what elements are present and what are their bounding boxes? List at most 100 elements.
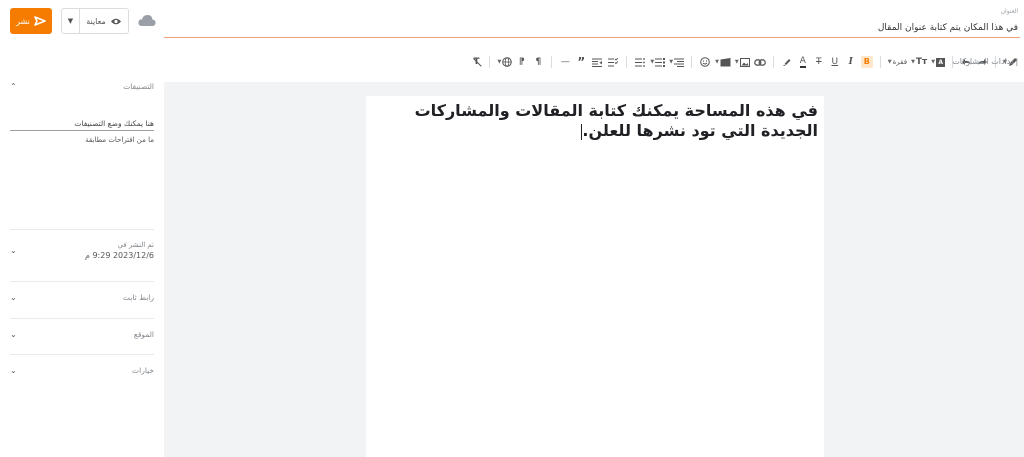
editor-page[interactable] [366,96,824,457]
bold-button[interactable]: B [859,53,875,71]
paragraph-format-select[interactable]: فقرة ▼ [886,53,909,71]
italic-icon: I [848,57,853,67]
post-body-text[interactable]: في هذه المساحة يمكنك كتابة المقالات والم… [384,101,818,141]
horizontal-rule-icon: — [560,57,570,67]
cloud-saved-icon [138,15,156,26]
indent-icon [592,58,603,67]
insert-image-button[interactable]: ▼ [733,53,752,71]
chevron-down-icon: ▼ [67,17,74,25]
rtl-direction-button[interactable]: ¶ [530,53,546,71]
location-title: الموقع [133,330,154,339]
numbered-list-icon [655,57,666,67]
chevron-down-icon: ⌄ [10,330,17,339]
highlight-color-button[interactable] [779,53,795,71]
bulleted-list-icon [635,57,646,67]
highlight-icon: A [936,57,946,67]
caret-down-icon: ▼ [931,59,936,65]
text-color-button[interactable]: A [795,53,811,71]
caret-down-icon: ▼ [887,59,892,65]
numbered-list-button[interactable]: ▼ [648,53,667,71]
preview-label: معاينة [86,16,106,26]
insert-link-button[interactable] [752,53,768,71]
post-title-input[interactable] [164,18,1020,38]
chevron-up-icon: ⌃ [10,82,17,91]
chevron-down-icon: ⌄ [10,246,17,255]
emoji-icon [700,57,710,67]
underline-button[interactable]: U [827,53,843,71]
paragraph-format-label: فقرة [892,58,908,66]
globe-icon [502,57,513,67]
permalink-section-header[interactable]: رابط ثابت ⌄ [10,293,154,302]
post-body-content: في هذه المساحة يمكنك كتابة المقالات والم… [414,101,818,140]
published-date: 2023/12/6 9:29 م [84,251,154,260]
marker-icon [782,59,791,66]
font-size-icon: Tт [915,57,928,67]
text-color-icon: A [799,55,806,68]
quote-button[interactable]: ” [573,53,589,71]
image-icon [739,57,750,67]
clear-formatting-button[interactable]: T [468,53,484,71]
language-button[interactable]: ▼ [495,53,514,71]
permalink-title: رابط ثابت [122,293,154,302]
strikethrough-icon: T [816,57,822,67]
labels-title: التصنيفات [123,82,154,91]
caret-down-icon: ▼ [911,59,915,65]
toolbar-divider [626,56,628,68]
pilcrow-ltr-icon: ¶ [519,57,526,67]
link-icon [753,58,766,66]
preview-button[interactable]: معاينة [80,17,128,26]
publish-button[interactable]: نشر [10,8,52,34]
quote-icon: ” [577,55,586,69]
editor-toolbar: ▼ A ▼ Tт ▼ فقرة ▼ B I U T A ▼ ▼ ▼ ▼ ” — … [330,52,1020,72]
video-icon [720,57,731,66]
caret-down-icon: ▼ [715,59,719,65]
font-size-button[interactable]: Tт ▼ [909,53,929,71]
text-highlight-button[interactable]: A ▼ [929,53,947,71]
chevron-down-icon: ⌄ [10,293,17,302]
toolbar-divider [691,56,693,68]
labels-section-header[interactable]: التصنيفات ⌃ [10,82,154,91]
send-icon [34,16,46,26]
alignment-button[interactable]: ▼ [667,53,686,71]
indent-button[interactable] [589,53,605,71]
toolbar-divider [879,56,881,68]
horizontal-rule-button[interactable]: — [557,53,573,71]
section-divider [10,229,154,230]
clear-formatting-icon: T [473,57,483,67]
bold-icon: B [860,56,873,68]
italic-button[interactable]: I [843,53,859,71]
checklist-button[interactable] [605,53,621,71]
bulleted-list-button[interactable] [632,53,648,71]
insert-emoji-button[interactable] [697,53,713,71]
title-caption: العنوان [1000,8,1018,15]
location-section-header[interactable]: الموقع ⌄ [10,330,154,339]
strikethrough-button[interactable]: T [811,53,827,71]
labels-input[interactable] [10,117,154,131]
section-divider [10,318,154,319]
caret-down-icon: ▼ [734,59,739,65]
published-section-header[interactable]: تم النشر في 2023/12/6 9:29 م ⌄ [10,241,154,260]
section-divider [10,354,154,355]
caret-down-icon: ▼ [650,59,655,65]
caret-down-icon: ▼ [497,59,502,65]
underline-icon: U [831,57,839,67]
options-section-header[interactable]: خيارات ⌄ [10,366,154,375]
published-title: تم النشر في [117,241,154,249]
caret-down-icon: ▼ [669,59,674,65]
checklist-icon [608,57,619,66]
eye-icon [110,18,121,24]
preview-button-group: ▼ معاينة [61,8,129,34]
align-right-icon [674,58,685,67]
ltr-direction-button[interactable]: ¶ [514,53,530,71]
pilcrow-rtl-icon: ¶ [535,57,542,67]
toolbar-divider [772,56,774,68]
chevron-down-icon: ⌄ [10,366,17,375]
preview-dropdown-button[interactable]: ▼ [62,9,80,33]
options-title: خيارات [132,366,154,375]
section-divider [10,281,154,282]
publish-label: نشر [16,16,30,26]
insert-video-button[interactable]: ▼ [713,53,733,71]
post-settings-heading: إعدادات المشاركات [952,57,1018,66]
toolbar-divider [551,56,553,68]
toolbar-divider [489,56,491,68]
